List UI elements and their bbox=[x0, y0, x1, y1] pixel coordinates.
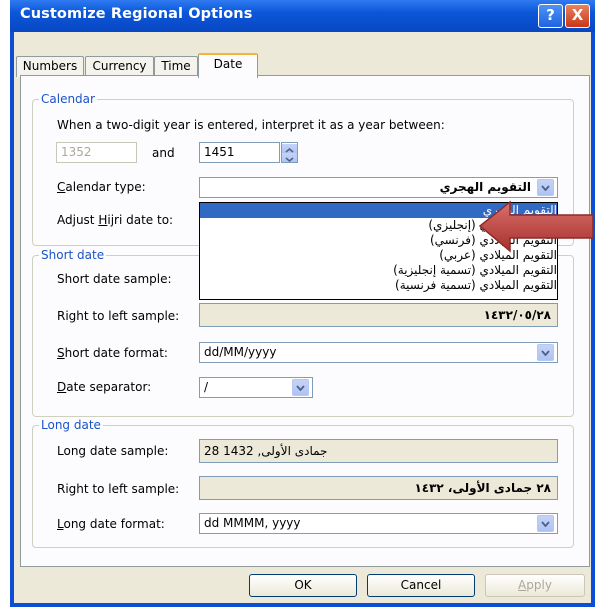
calendar-type-select[interactable]: التقويم الهجري bbox=[199, 177, 558, 198]
adjust-hijri-label: Adjust Hijri date to: bbox=[57, 213, 174, 227]
long-date-sample-value: 28 جمادى الأولى, 1432 bbox=[204, 444, 328, 458]
long-date-sample-field: 28 جمادى الأولى, 1432 bbox=[199, 439, 558, 463]
chevron-down-icon[interactable] bbox=[537, 344, 554, 361]
long-date-sample-label: Long date sample: bbox=[57, 444, 169, 458]
short-date-format-label: Short date format: bbox=[57, 346, 168, 360]
apply-button: Apply bbox=[485, 574, 585, 597]
tab-numbers[interactable]: Numbers bbox=[16, 56, 84, 77]
calendar-legend: Calendar bbox=[41, 92, 95, 106]
short-date-sample-label: Short date sample: bbox=[57, 272, 172, 286]
calendar-type-label: Calendar type: bbox=[57, 180, 146, 194]
red-arrow-icon bbox=[478, 200, 594, 253]
spin-up-icon[interactable] bbox=[282, 144, 297, 153]
year-spinner[interactable] bbox=[281, 142, 298, 163]
date-separator-label: Date separator: bbox=[57, 380, 152, 394]
spin-down-icon[interactable] bbox=[282, 153, 297, 162]
short-date-format-select[interactable]: dd/MM/yyyy bbox=[199, 342, 558, 363]
chevron-down-icon[interactable] bbox=[537, 179, 554, 196]
short-date-rtl-value: ١٤٣٢/٠٥/٢٨ bbox=[483, 308, 551, 322]
and-label: and bbox=[152, 146, 175, 160]
long-date-format-select[interactable]: dd MMMM, yyyy bbox=[199, 513, 558, 534]
long-date-rtl-value: ٢٨ جمادى الأولى، ١٤٣٢ bbox=[414, 481, 551, 495]
long-date-legend: Long date bbox=[41, 418, 101, 432]
tab-time[interactable]: Time bbox=[154, 56, 198, 77]
year-to-field[interactable]: 1451 bbox=[199, 142, 280, 163]
help-button[interactable]: ? bbox=[538, 4, 563, 28]
long-date-format-label: Long date format: bbox=[57, 517, 165, 531]
tab-currency[interactable]: Currency bbox=[85, 56, 154, 77]
title-bar[interactable]: Customize Regional Options ? X bbox=[10, 0, 595, 32]
short-date-rtl-sample-field: ١٤٣٢/٠٥/٢٨ bbox=[199, 303, 558, 327]
list-item[interactable]: التقويم الميلادي (تسمية إنجليزية) bbox=[200, 263, 557, 278]
close-button[interactable]: X bbox=[565, 4, 590, 28]
short-date-legend: Short date bbox=[41, 248, 105, 262]
long-date-rtl-label: Right to left sample: bbox=[57, 482, 180, 496]
tab-date[interactable]: Date bbox=[198, 53, 258, 78]
list-item[interactable]: التقويم الميلادي (تسمية فرنسية) bbox=[200, 278, 557, 293]
window-title: Customize Regional Options bbox=[20, 6, 253, 22]
ok-button[interactable]: OK bbox=[249, 574, 357, 597]
cancel-button[interactable]: Cancel bbox=[367, 574, 475, 597]
long-date-rtl-sample-field: ٢٨ جمادى الأولى، ١٤٣٢ bbox=[199, 476, 558, 500]
short-date-rtl-label: Right to left sample: bbox=[57, 309, 180, 323]
year-from-field: 1352 bbox=[56, 142, 137, 163]
two-digit-year-text: When a two-digit year is entered, interp… bbox=[57, 118, 445, 132]
chevron-down-icon[interactable] bbox=[292, 379, 309, 396]
chevron-down-icon[interactable] bbox=[537, 515, 554, 532]
